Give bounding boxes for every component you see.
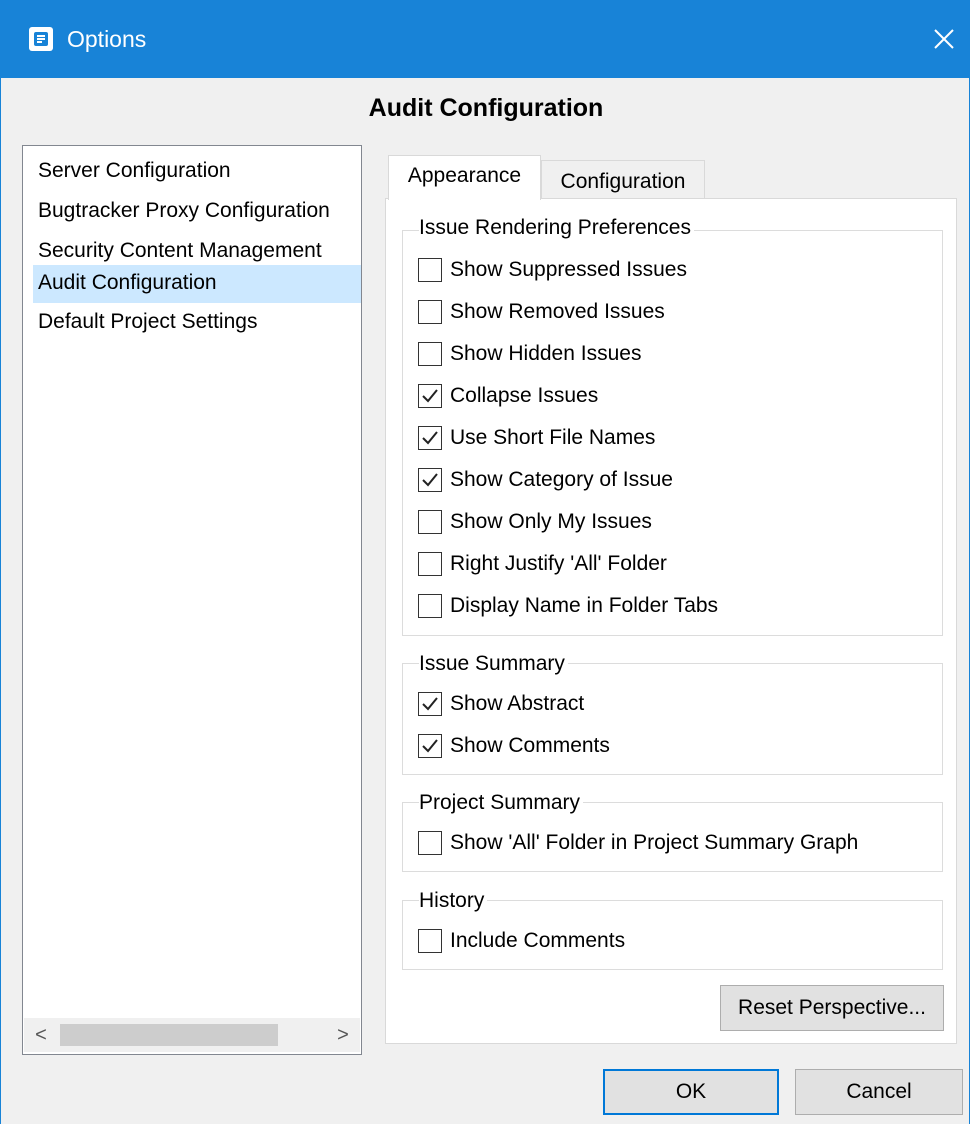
app-icon [29, 27, 53, 51]
close-button[interactable] [921, 16, 967, 62]
checkbox-box[interactable] [418, 692, 442, 716]
checkbox-show-hidden-issues[interactable]: Show Hidden Issues [418, 338, 641, 370]
checkbox-label: Show Suppressed Issues [450, 258, 687, 281]
checkmark-icon [422, 389, 438, 403]
checkbox-include-comments[interactable]: Include Comments [418, 925, 625, 957]
scroll-right-button[interactable]: > [326, 1018, 360, 1052]
title-bar[interactable]: Options [1, 0, 970, 78]
options-category-list[interactable]: Server Configuration Bugtracker Proxy Co… [22, 145, 362, 1055]
checkbox-label: Use Short File Names [450, 426, 656, 449]
page-title: Audit Configuration [368, 94, 604, 122]
checkbox-label: Show Comments [450, 734, 610, 757]
checkbox-collapse-issues[interactable]: Collapse Issues [418, 380, 598, 412]
nav-item-audit-configuration[interactable]: Audit Configuration [33, 265, 361, 303]
tab-appearance[interactable]: Appearance [388, 155, 541, 200]
checkbox-box[interactable] [418, 300, 442, 324]
checkbox-label: Show Category of Issue [450, 468, 673, 491]
tab-configuration[interactable]: Configuration [541, 160, 705, 199]
chevron-right-icon: > [337, 1023, 349, 1046]
checkbox-box[interactable] [418, 552, 442, 576]
checkbox-label: Show Removed Issues [450, 300, 665, 323]
group-title-issue-summary: Issue Summary [419, 650, 568, 678]
checkbox-label: Show 'All' Folder in Project Summary Gra… [450, 831, 859, 854]
checkbox-label: Display Name in Folder Tabs [450, 594, 719, 617]
checkbox-show-removed-issues[interactable]: Show Removed Issues [418, 296, 665, 328]
group-title-project-summary: Project Summary [419, 789, 584, 817]
checkbox-use-short-file-names[interactable]: Use Short File Names [418, 422, 655, 454]
checkbox-box[interactable] [418, 468, 442, 492]
nav-item-bugtracker-proxy-configuration[interactable]: Bugtracker Proxy Configuration [33, 193, 361, 231]
checkbox-label: Show Only My Issues [450, 510, 652, 533]
close-icon [934, 29, 954, 49]
group-title-history: History [419, 887, 488, 915]
checkbox-box[interactable] [418, 734, 442, 758]
nav-item-server-configuration[interactable]: Server Configuration [33, 153, 361, 191]
horizontal-scrollbar[interactable]: < > [24, 1018, 360, 1052]
checkbox-show-only-my-issues[interactable]: Show Only My Issues [418, 506, 652, 538]
checkbox-show-category-of-issue[interactable]: Show Category of Issue [418, 464, 673, 496]
checkbox-box[interactable] [418, 342, 442, 366]
cancel-button[interactable]: Cancel [795, 1069, 963, 1115]
checkbox-label: Collapse Issues [450, 384, 599, 407]
checkbox-box[interactable] [418, 426, 442, 450]
group-title-issue-rendering-preferences: Issue Rendering Preferences [419, 214, 694, 242]
checkbox-label: Right Justify 'All' Folder [450, 552, 667, 575]
checkbox-box[interactable] [418, 510, 442, 534]
reset-perspective-button[interactable]: Reset Perspective... [720, 985, 944, 1031]
checkbox-show-suppressed-issues[interactable]: Show Suppressed Issues [418, 254, 687, 286]
checkbox-right-justify-all-folder[interactable]: Right Justify 'All' Folder [418, 548, 667, 580]
checkmark-icon [422, 739, 438, 753]
checkbox-box[interactable] [418, 384, 442, 408]
checkbox-show-abstract[interactable]: Show Abstract [418, 688, 584, 720]
checkbox-label: Include Comments [450, 929, 626, 952]
chevron-left-icon: < [35, 1023, 47, 1046]
checkbox-display-name-in-folder-tabs[interactable]: Display Name in Folder Tabs [418, 590, 718, 622]
checkbox-box[interactable] [418, 929, 442, 953]
checkbox-box[interactable] [418, 831, 442, 855]
nav-item-default-project-settings[interactable]: Default Project Settings [33, 304, 361, 342]
window-title: Options [67, 26, 147, 52]
checkmark-icon [422, 431, 438, 445]
checkbox-box[interactable] [418, 594, 442, 618]
scrollbar-thumb[interactable] [60, 1024, 278, 1046]
checkmark-icon [422, 473, 438, 487]
checkbox-label: Show Hidden Issues [450, 342, 642, 365]
ok-button[interactable]: OK [603, 1069, 779, 1115]
checkbox-label: Show Abstract [450, 692, 585, 715]
options-dialog: Options Audit Configuration Server Confi… [0, 0, 970, 1124]
checkbox-show-all-folder-in-project-summary-graph[interactable]: Show 'All' Folder in Project Summary Gra… [418, 827, 858, 859]
checkmark-icon [422, 697, 438, 711]
checkbox-box[interactable] [418, 258, 442, 282]
scroll-left-button[interactable]: < [24, 1018, 58, 1052]
checkbox-show-comments[interactable]: Show Comments [418, 730, 610, 762]
